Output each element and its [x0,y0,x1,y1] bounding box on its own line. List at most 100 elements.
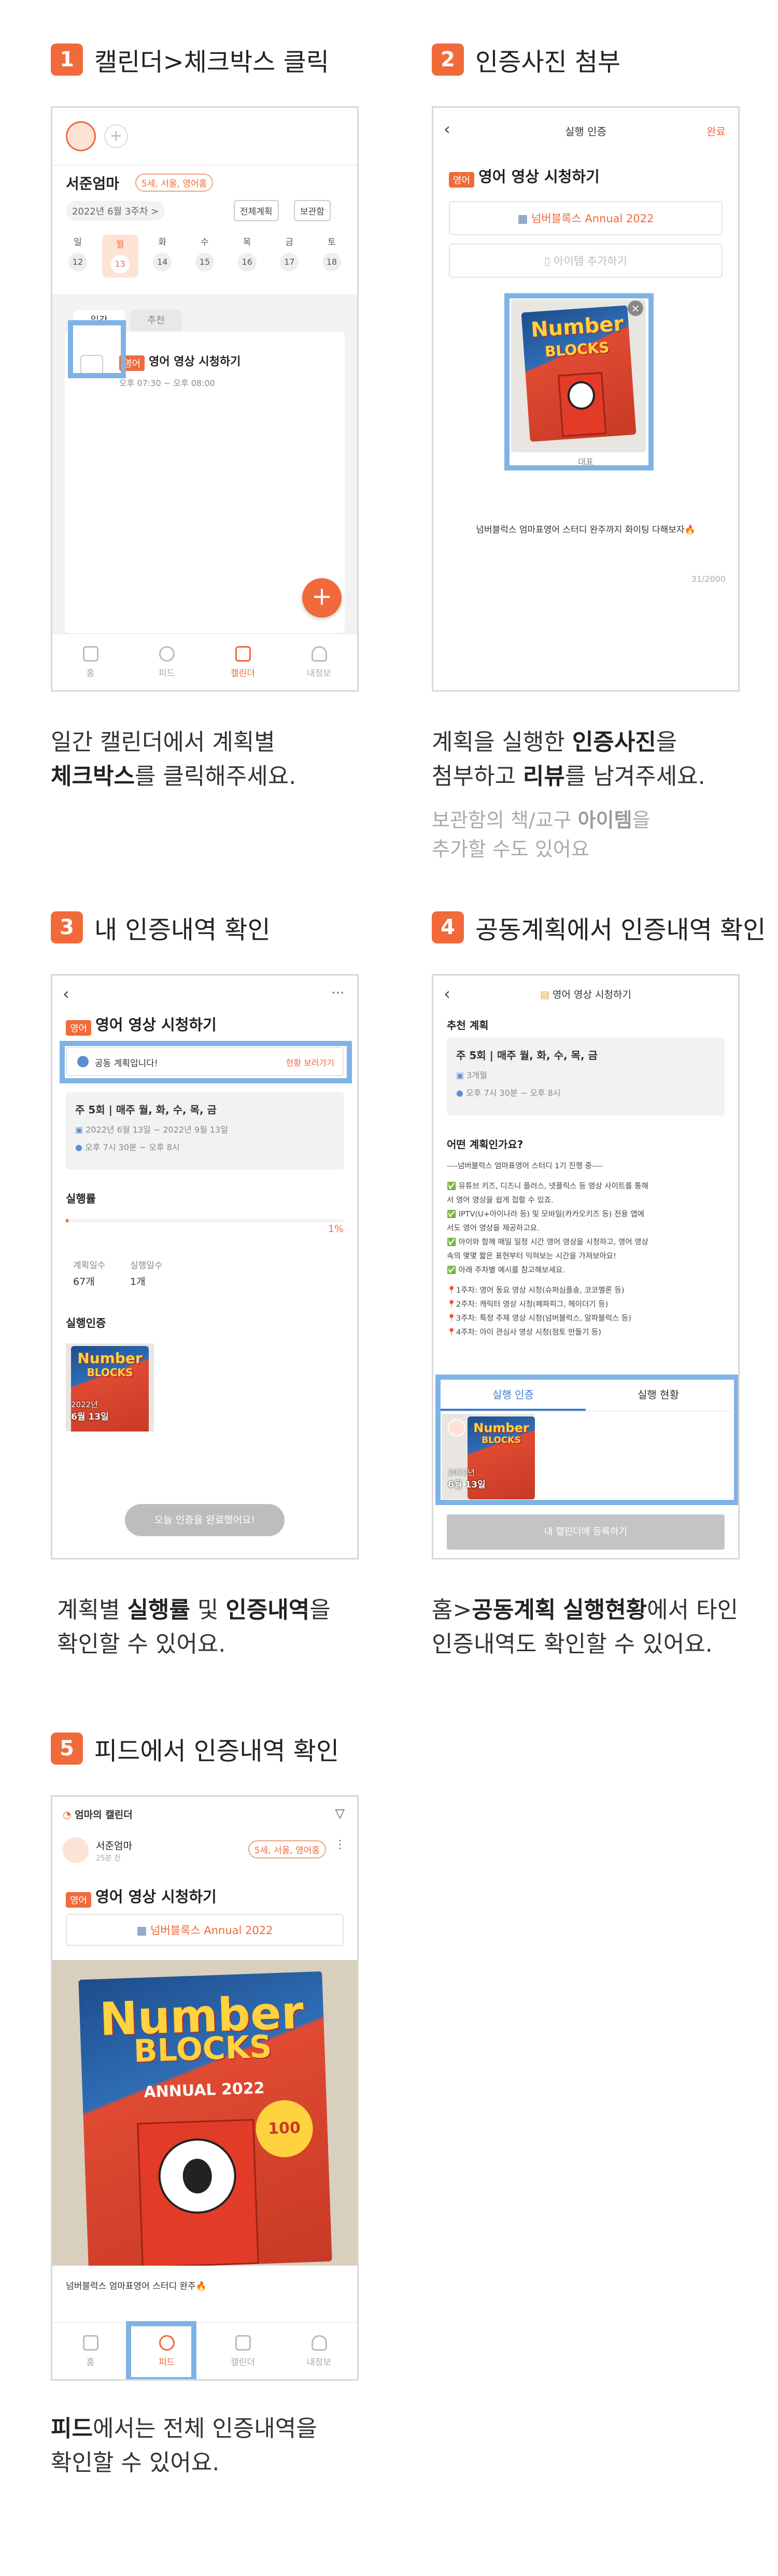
step-title: 공동계획에서 인증내역 확인 [475,915,766,944]
week-days: 일 12 월 13 화 14 수 15 목 16 금 17 토 18 [60,235,350,278]
screen-title: 실행 인증 [565,125,606,138]
day-cell[interactable]: 토 18 [314,235,350,278]
step-title: 인증사진 첨부 [475,48,621,77]
what-label: 어떤 계획인가요? [447,1138,524,1151]
book-image: Number BLOCKS ANNUAL 2022 100 [78,1971,332,2266]
storage-button[interactable]: 보관함 [294,200,331,221]
step-title: 내 인증내역 확인 [94,915,271,944]
add-child-button[interactable]: + [104,124,128,148]
nav-home[interactable]: 홈 [60,646,122,679]
bottom-nav: 홈 피드 캘린더 내정보 [52,2322,357,2379]
step-number: 3 [51,911,83,943]
highlight-shared [60,1041,352,1083]
app-logo: ◔ 엄마의 캘린더 [63,1809,133,1821]
step-4-header: 4 공동계획에서 인증내역 확인 [432,909,766,946]
subcaption-step-2: 보관함의 책/교구 아이템을 추가할 수도 있어요 [432,809,650,861]
person-icon [311,646,327,662]
calendar-icon [235,646,251,662]
rate-bar [66,1219,344,1222]
nav-feed[interactable]: 피드 [136,646,198,679]
week-selector[interactable]: 2022년 6월 3주차 > [66,201,165,221]
highlight-checkbox [68,320,126,378]
plan-time: 오후 07:30 ~ 오후 08:00 [119,378,215,388]
caption-step-2: 계획을 실행한 인증사진을 첨부하고 리뷰를 남겨주세요. [432,729,705,790]
screen-feed: ◔ 엄마의 캘린더 ▽ 서준엄마 25분 전 5세, 서울, 영어홈 ⋮ 영어 영… [51,1795,359,2381]
review-text[interactable]: 넘버블럭스 엄마표영어 스터디 완주까지 화이팅 다해보자🔥 [444,522,728,535]
book-icon: ▦ [517,212,532,225]
avatar[interactable] [66,121,96,151]
plan-item[interactable]: 영어 영어 영상 시청하기 오후 07:30 ~ 오후 08:00 [119,352,241,389]
person-icon [311,2335,327,2351]
caption-step-4: 홈>공동계획 실행현황에서 타인 인증내역도 확인할 수 있어요. [432,1597,739,1657]
user-tag: 5세, 서울, 영어홈 [248,1840,326,1858]
plan-title: 영어 영상 시청하기 [149,355,241,368]
cert-label: 실행인증 [66,1317,106,1329]
step-number: 5 [51,1733,83,1765]
caption-step-3: 계획별 실행률 및 인증내역을 확인할 수 있어요. [57,1597,331,1657]
step-title: 피드에서 인증내역 확인 [94,1737,340,1766]
linked-item[interactable]: ▦ 넘버블록스 Annual 2022 [449,201,723,235]
caption-step-5: 피드에서는 전체 인증내역을 확인할 수 있어요. [51,2415,317,2476]
more-icon[interactable]: ⋯ [331,985,345,1000]
recommend-label: 추천 계획 [447,1019,489,1032]
step-1-header: 1 캘린더>체크박스 클릭 [51,41,329,78]
plan-info: 주 5회 | 매주 월, 화, 수, 목, 금 ▣ 2022년 6월 13일 ~… [66,1092,344,1170]
day-cell[interactable]: 일 12 [60,235,96,278]
cert-thumbnail[interactable]: Number BLOCKS 2022년 6월 13일 [66,1343,154,1432]
day-cell[interactable]: 목 16 [229,235,265,278]
plan-heading: 영어 영어 영상 시청하기 [66,1013,217,1036]
rate-value: 1% [328,1223,344,1235]
complete-today-button[interactable]: 오늘 인증을 완료했어요! [125,1504,285,1536]
done-button[interactable]: 완료 [706,123,726,138]
home-icon [82,2335,98,2351]
back-icon[interactable]: ‹ [63,984,69,1004]
calendar-icon [235,2335,251,2351]
add-plan-fab[interactable]: + [302,578,342,618]
feed-photo[interactable]: Number BLOCKS ANNUAL 2022 100 [52,1960,357,2266]
nav-profile[interactable]: 내정보 [288,646,350,679]
rate-label: 실행률 [66,1193,96,1205]
nav-profile[interactable]: 내정보 [288,2335,350,2368]
review-text: 넘버블럭스 엄마표영어 스터디 완주🔥 [66,2281,207,2292]
step-number: 1 [51,44,83,76]
calendar-icon: ▣ [456,1070,467,1080]
nav-calendar[interactable]: 캘린더 [212,646,274,679]
step-number: 4 [432,911,464,943]
add-item-button[interactable]: ▯ 아이템 추가하기 [449,244,723,278]
caption-step-1: 일간 캘린더에서 계획별 체크박스를 클릭해주세요. [51,729,296,790]
plan-heading: 영어 영어 영상 시청하기 [449,165,600,188]
badge: 100 [254,2099,314,2158]
screen-title: ▤ 영어 영상 시청하기 [540,989,631,1000]
day-cell[interactable]: 금 17 [271,235,307,278]
highlight-status [435,1375,738,1505]
step-3-header: 3 내 인증내역 확인 [51,909,271,946]
plan-days: 계획일수 67개 [73,1261,106,1287]
screen-shared-plan: ‹ ▤ 영어 영상 시청하기 추천 계획 주 5회 | 매주 월, 화, 수, … [432,974,740,1559]
filter-icon[interactable]: ▽ [335,1806,345,1821]
video-icon: ▤ [540,989,553,1000]
clock-icon: ● [456,1088,466,1098]
bottom-nav: 홈 피드 캘린더 내정보 [52,633,357,690]
clock-logo-icon: ◔ [63,1809,75,1821]
day-cell[interactable]: 수 15 [187,235,223,278]
chat-icon [159,646,175,662]
user-name: 서준엄마 [66,175,120,192]
nav-home[interactable]: 홈 [60,2335,122,2368]
char-count: 31/2000 [691,574,726,584]
book-icon: ▦ [136,1924,151,1937]
day-cell[interactable]: 화 14 [144,235,180,278]
step-title: 캘린더>체크박스 클릭 [94,48,329,77]
register-button[interactable]: 내 캘린더에 등록하기 [447,1514,725,1550]
screen-calendar: + 서준엄마 5세, 서울, 영어홈 2022년 6월 3주차 > 전체계획 보… [51,106,359,692]
linked-item[interactable]: ▦ 넘버블록스 Annual 2022 [66,1914,344,1946]
plan-heading: 영어 영어 영상 시청하기 [66,1885,217,1908]
avatar[interactable] [63,1837,89,1863]
step-2-header: 2 인증사진 첨부 [432,41,620,78]
tab-recommend[interactable]: 추천 [130,310,182,332]
user-name[interactable]: 서준엄마 [96,1838,132,1852]
all-plans-button[interactable]: 전체계획 [234,200,279,221]
more-icon[interactable]: ⋮ [334,1838,346,1851]
nav-calendar[interactable]: 캘린더 [212,2335,274,2368]
day-cell-selected[interactable]: 월 13 [102,235,138,278]
home-icon [82,646,98,662]
